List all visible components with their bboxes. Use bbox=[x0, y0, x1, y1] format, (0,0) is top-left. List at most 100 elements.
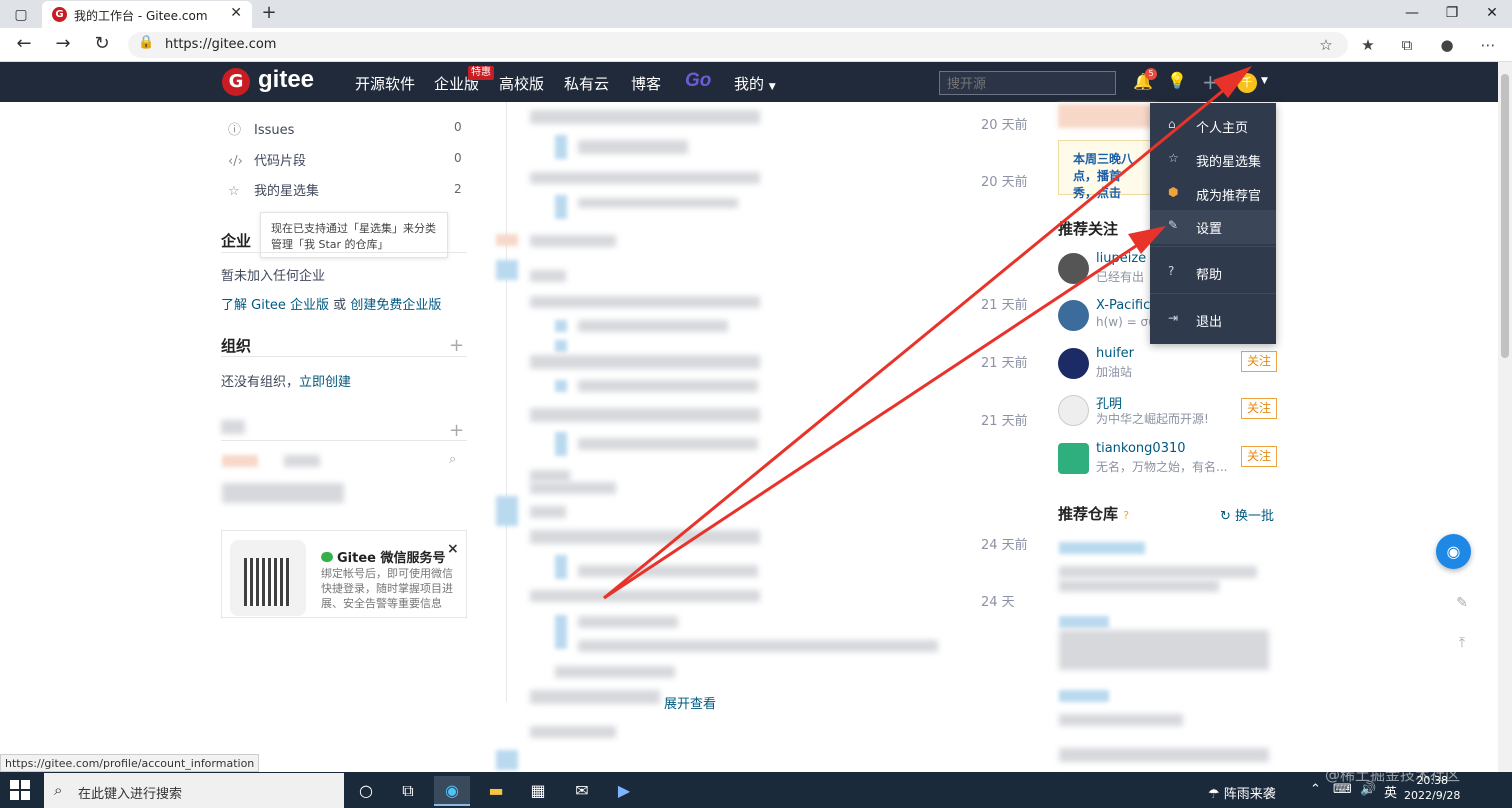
user-avatar[interactable]: 千 bbox=[1237, 73, 1257, 93]
add-org-icon[interactable]: + bbox=[449, 335, 464, 356]
powershell-icon[interactable]: ▶ bbox=[606, 776, 642, 806]
feedback-icon[interactable]: ✎ bbox=[1445, 588, 1479, 618]
menu-item-recommender[interactable]: ⬢ 成为推荐官 bbox=[1150, 177, 1276, 211]
refresh-button[interactable]: ↻ 换一批 bbox=[1220, 505, 1274, 524]
recommended-user: huifer 加油站 关注 bbox=[1058, 346, 1278, 388]
help-icon[interactable]: ? bbox=[1123, 509, 1129, 522]
nav-blog[interactable]: 博客 bbox=[631, 73, 661, 94]
search-icon[interactable]: ⌕ bbox=[449, 452, 456, 467]
badge-icon: ⬢ bbox=[1168, 185, 1179, 199]
back-to-top-icon[interactable]: ⤒ bbox=[1445, 628, 1479, 658]
nav-mine[interactable]: 我的 ▼ bbox=[734, 73, 776, 94]
feed-item bbox=[578, 565, 758, 577]
maximize-icon[interactable]: ❐ bbox=[1432, 2, 1472, 26]
profile-icon[interactable]: ● bbox=[1435, 34, 1459, 56]
wechat-title: Gitee 微信服务号 bbox=[321, 547, 446, 566]
user-name[interactable]: huifer bbox=[1096, 346, 1134, 361]
enterprise-learn-link[interactable]: 了解 Gitee 企业版 bbox=[221, 298, 329, 313]
tray-expand-icon[interactable]: ⌃ bbox=[1310, 782, 1321, 797]
sidebar-item-label: Issues bbox=[254, 123, 295, 138]
org-empty-text: 还没有组织， bbox=[221, 375, 300, 390]
page-scrollbar[interactable] bbox=[1498, 62, 1512, 772]
mail-icon[interactable]: ✉ bbox=[564, 776, 600, 806]
feed-item bbox=[530, 506, 566, 518]
menu-item-help[interactable]: ? 帮助 bbox=[1150, 256, 1276, 290]
user-name[interactable]: liupeize bbox=[1096, 251, 1146, 266]
url-field[interactable]: 🔒 https://gitee.com bbox=[128, 32, 1348, 58]
tab-actions-icon[interactable]: ▢ bbox=[8, 4, 34, 26]
new-tab-button[interactable]: + bbox=[258, 2, 280, 24]
blurred-repo bbox=[1059, 714, 1183, 726]
window-close-icon[interactable]: ✕ bbox=[1472, 2, 1512, 26]
org-empty: 还没有组织，立即创建 bbox=[221, 371, 351, 390]
sidebar-item-snippets[interactable]: ‹/› 代码片段 bbox=[228, 150, 306, 169]
gitee-logo-icon: G bbox=[222, 68, 250, 96]
collections-icon[interactable]: ⧉ bbox=[1395, 34, 1419, 56]
feed-item bbox=[530, 270, 566, 282]
favorites-icon[interactable]: ★ bbox=[1356, 34, 1380, 56]
caret-down-icon: ▼ bbox=[768, 82, 776, 92]
add-icon[interactable]: + bbox=[449, 420, 464, 441]
menu-item-stars[interactable]: ☆ 我的星选集 bbox=[1150, 143, 1276, 177]
star-icon: ☆ bbox=[228, 184, 240, 199]
windows-start-icon[interactable] bbox=[10, 780, 30, 800]
menu-item-settings[interactable]: ✎ 设置 bbox=[1150, 210, 1276, 244]
create-plus-icon[interactable]: + bbox=[1202, 70, 1219, 94]
task-view-icon[interactable]: ⧉ bbox=[390, 776, 426, 806]
avatar-caret-icon[interactable]: ▼ bbox=[1261, 76, 1268, 86]
wechat-description: 绑定帐号后，即可使用微信快捷登录，随时掌握项目进展、安全告警等重要信息 bbox=[321, 567, 453, 610]
blurred-section-title bbox=[221, 420, 245, 434]
expand-link[interactable]: 展开查看 bbox=[664, 693, 716, 712]
menu-item-logout[interactable]: ⇥ 退出 bbox=[1150, 303, 1276, 337]
minimize-icon[interactable]: — bbox=[1392, 2, 1432, 26]
store-icon[interactable]: ▦ bbox=[520, 776, 556, 806]
file-explorer-icon[interactable]: ▬ bbox=[478, 776, 514, 806]
follow-button[interactable]: 关注 bbox=[1241, 351, 1277, 372]
feed-time: 24 天前 bbox=[981, 538, 1028, 553]
scrollbar-thumb[interactable] bbox=[1501, 74, 1509, 358]
more-icon[interactable]: ⋯ bbox=[1476, 34, 1500, 56]
blurred-repo bbox=[1059, 616, 1109, 628]
user-name[interactable]: tiankong0310 bbox=[1096, 441, 1186, 456]
feed-item bbox=[578, 438, 758, 450]
add-favorite-icon[interactable]: ☆ bbox=[1314, 34, 1338, 56]
assistant-float-icon[interactable]: ◉ bbox=[1436, 534, 1471, 569]
avatar[interactable] bbox=[1058, 348, 1089, 379]
sidebar-item-issues[interactable]: ⓘ Issues bbox=[228, 119, 294, 138]
back-icon[interactable]: ← bbox=[11, 32, 37, 56]
avatar[interactable] bbox=[1058, 300, 1089, 331]
lightbulb-icon[interactable]: 💡 bbox=[1167, 71, 1187, 90]
browser-tab[interactable]: G 我的工作台 - Gitee.com ✕ bbox=[42, 1, 252, 28]
weather-widget[interactable]: ☂ 阵雨来袭 bbox=[1208, 783, 1276, 802]
nav-open-source[interactable]: 开源软件 bbox=[355, 73, 415, 94]
follow-button[interactable]: 关注 bbox=[1241, 398, 1277, 419]
avatar[interactable] bbox=[1058, 443, 1089, 474]
live-banner[interactable]: 本周三晚八点，播首秀，点击 bbox=[1058, 140, 1158, 200]
nav-private-cloud[interactable]: 私有云 bbox=[564, 73, 609, 94]
user-name[interactable]: X-Pacific bbox=[1096, 298, 1150, 313]
menu-item-label: 我的星选集 bbox=[1196, 155, 1262, 170]
close-icon[interactable]: × bbox=[447, 541, 459, 557]
avatar[interactable] bbox=[1058, 395, 1089, 426]
edge-browser-icon[interactable]: ◉ bbox=[434, 776, 470, 806]
forward-icon[interactable]: → bbox=[50, 32, 76, 56]
menu-item-home[interactable]: ⌂ 个人主页 bbox=[1150, 109, 1276, 143]
issue-icon: ⓘ bbox=[228, 123, 242, 138]
tab-close-icon[interactable]: ✕ bbox=[230, 5, 242, 21]
avatar[interactable] bbox=[1058, 253, 1089, 284]
cortana-icon[interactable]: ○ bbox=[348, 776, 384, 806]
taskbar-search[interactable]: ⌕ 在此键入进行搜索 bbox=[44, 773, 344, 808]
feed-time: 21 天前 bbox=[981, 414, 1028, 429]
enterprise-create-link[interactable]: 创建免费企业版 bbox=[350, 298, 441, 313]
follow-button[interactable]: 关注 bbox=[1241, 446, 1277, 467]
reload-icon[interactable]: ↻ bbox=[89, 32, 115, 56]
sidebar-item-stars[interactable]: ☆ 我的星选集 bbox=[228, 180, 319, 199]
menu-divider bbox=[1150, 246, 1276, 247]
org-create-link[interactable]: 立即创建 bbox=[299, 375, 351, 390]
menu-divider bbox=[1150, 293, 1276, 294]
search-input[interactable] bbox=[939, 71, 1116, 95]
nav-education[interactable]: 高校版 bbox=[499, 73, 544, 94]
nav-go[interactable]: Go bbox=[685, 70, 711, 92]
url-text: https://gitee.com bbox=[165, 37, 277, 52]
notification-count-badge: 5 bbox=[1145, 68, 1157, 80]
